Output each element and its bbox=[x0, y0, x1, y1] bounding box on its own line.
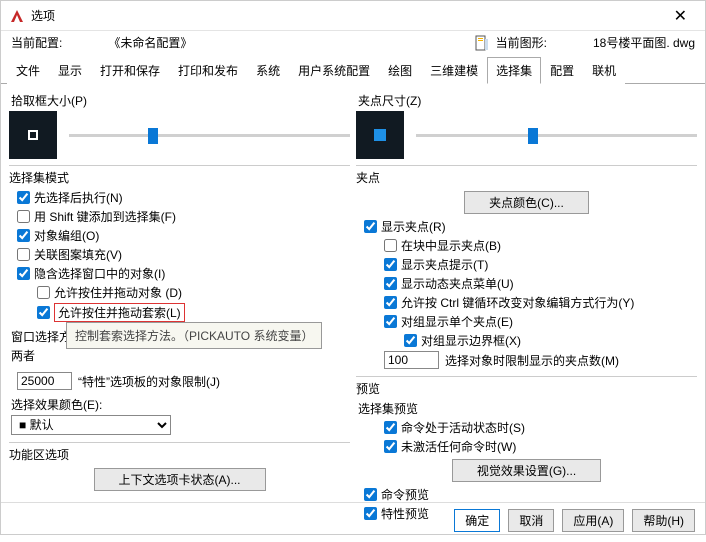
context-tab-state-button[interactable]: 上下文选项卡状态(A)... bbox=[94, 468, 266, 491]
profile-row: 当前配置: 《未命名配置》 当前图形: 18号楼平面图. dwg bbox=[1, 31, 705, 54]
current-drawing-value: 18号楼平面图. dwg bbox=[593, 34, 695, 51]
prop-limit-label: “特性”选项板的对象限制(J) bbox=[78, 373, 220, 390]
gripsize-slider[interactable] bbox=[416, 125, 697, 145]
chk-pickfirst[interactable]: 先选择后执行(N) bbox=[9, 188, 350, 207]
panel-area: 拾取框大小(P) 选择集模式 先选择后执行(N) 用 Shift 键添加到选择集… bbox=[1, 84, 705, 502]
chk-group-single-grip[interactable]: 对组显示单个夹点(E) bbox=[356, 312, 697, 331]
drawing-icon bbox=[474, 35, 490, 51]
chk-cmd-active[interactable]: 命令处于活动状态时(S) bbox=[356, 418, 697, 437]
chk-grip-tips[interactable]: 显示夹点提示(T) bbox=[356, 255, 697, 274]
tab-userprefs[interactable]: 用户系统配置 bbox=[289, 57, 379, 84]
chk-implied-window[interactable]: 隐含选择窗口中的对象(I) bbox=[9, 264, 350, 283]
grip-limit-label: 选择对象时限制显示的夹点数(M) bbox=[445, 352, 619, 369]
tooltip: 控制套索选择方法。（PICKAUTO 系统变量） bbox=[66, 322, 322, 349]
pickbox-preview bbox=[9, 111, 57, 159]
chk-grips-in-blocks[interactable]: 在块中显示夹点(B) bbox=[356, 236, 697, 255]
cancel-button[interactable]: 取消 bbox=[508, 509, 554, 532]
chk-cmd-preview[interactable]: 命令预览 bbox=[356, 485, 697, 504]
current-profile-label: 当前配置: bbox=[11, 34, 62, 51]
tab-opensave[interactable]: 打开和保存 bbox=[91, 57, 169, 84]
tab-3d[interactable]: 三维建模 bbox=[421, 57, 487, 84]
current-drawing-label: 当前图形: bbox=[496, 34, 547, 51]
chk-ctrl-cycle[interactable]: 允许按 Ctrl 键循环改变对象编辑方式行为(Y) bbox=[356, 293, 697, 312]
chk-press-drag-obj[interactable]: 允许按住并拖动对象 (D) bbox=[9, 283, 350, 302]
grip-colors-button[interactable]: 夹点颜色(C)... bbox=[464, 191, 589, 214]
window-method-select-truncated[interactable]: 两者 bbox=[11, 347, 35, 364]
chk-press-drag-lasso[interactable]: 允许按住并拖动套索(L) bbox=[9, 302, 350, 323]
grip-limit-input[interactable] bbox=[384, 351, 439, 369]
tab-online[interactable]: 联机 bbox=[583, 57, 625, 84]
gripsize-preview bbox=[356, 111, 404, 159]
selection-preview-sub: 选择集预览 bbox=[356, 399, 697, 418]
prop-limit-input[interactable] bbox=[17, 372, 72, 390]
gripsize-label: 夹点尺寸(Z) bbox=[358, 92, 697, 109]
titlebar: 选项 ✕ bbox=[1, 1, 705, 31]
preview-title: 预览 bbox=[356, 376, 697, 397]
help-button[interactable]: 帮助(H) bbox=[632, 509, 695, 532]
pickbox-slider[interactable] bbox=[69, 125, 350, 145]
window-title: 选项 bbox=[31, 7, 55, 24]
tab-selection[interactable]: 选择集 bbox=[487, 57, 541, 84]
current-profile-value: 《未命名配置》 bbox=[108, 34, 192, 51]
tab-profiles[interactable]: 配置 bbox=[541, 57, 583, 84]
tab-bar: 文件 显示 打开和保存 打印和发布 系统 用户系统配置 绘图 三维建模 选择集 … bbox=[1, 56, 705, 84]
chk-no-cmd-active[interactable]: 未激活任何命令时(W) bbox=[356, 437, 697, 456]
grips-title: 夹点 bbox=[356, 165, 697, 186]
apply-button[interactable]: 应用(A) bbox=[562, 509, 624, 532]
tab-drafting[interactable]: 绘图 bbox=[379, 57, 421, 84]
chk-show-grips[interactable]: 显示夹点(R) bbox=[356, 217, 697, 236]
tab-file[interactable]: 文件 bbox=[7, 57, 49, 84]
tab-system[interactable]: 系统 bbox=[247, 57, 289, 84]
effect-color-label: 选择效果颜色(E): bbox=[9, 395, 350, 414]
right-column: 夹点尺寸(Z) 夹点 夹点颜色(C)... 显示夹点(R) 在块中显示夹点(B)… bbox=[356, 88, 697, 498]
ok-button[interactable]: 确定 bbox=[454, 509, 500, 532]
chk-group-bbox[interactable]: 对组显示边界框(X) bbox=[356, 331, 697, 350]
tab-plot[interactable]: 打印和发布 bbox=[169, 57, 247, 84]
selection-mode-title: 选择集模式 bbox=[9, 165, 350, 186]
tab-display[interactable]: 显示 bbox=[49, 57, 91, 84]
pickbox-label: 拾取框大小(P) bbox=[11, 92, 350, 109]
chk-shift-add[interactable]: 用 Shift 键添加到选择集(F) bbox=[9, 207, 350, 226]
ribbon-title: 功能区选项 bbox=[9, 442, 350, 463]
effect-color-select[interactable]: ■ 默认 bbox=[11, 415, 171, 435]
left-column: 拾取框大小(P) 选择集模式 先选择后执行(N) 用 Shift 键添加到选择集… bbox=[9, 88, 350, 498]
chk-object-group[interactable]: 对象编组(O) bbox=[9, 226, 350, 245]
chk-assoc-hatch[interactable]: 关联图案填充(V) bbox=[9, 245, 350, 264]
close-button[interactable]: ✕ bbox=[664, 2, 697, 30]
chk-dyn-grip-menu[interactable]: 显示动态夹点菜单(U) bbox=[356, 274, 697, 293]
visual-effect-button[interactable]: 视觉效果设置(G)... bbox=[452, 459, 601, 482]
app-icon bbox=[9, 8, 25, 24]
